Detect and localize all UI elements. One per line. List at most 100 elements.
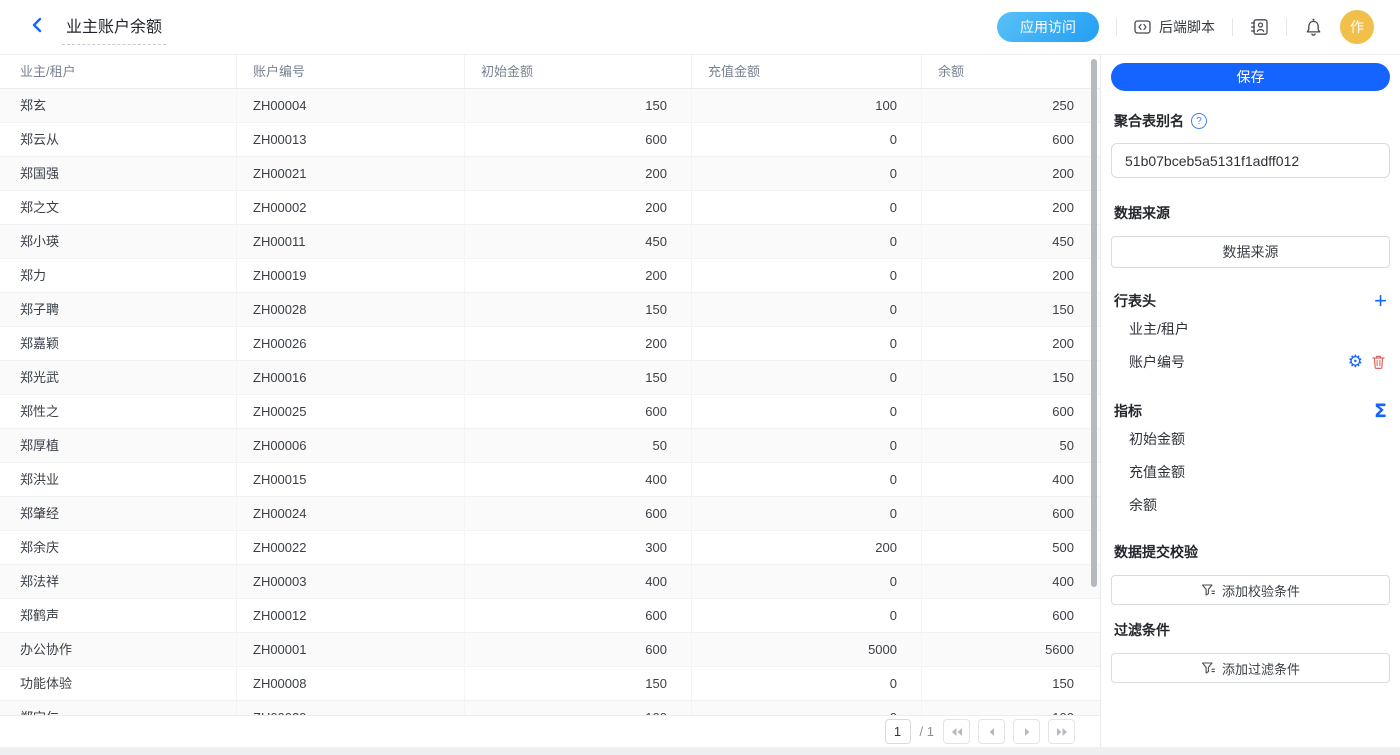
last-page-button[interactable] — [1048, 719, 1075, 744]
add-validation-label: 添加校验条件 — [1222, 581, 1300, 600]
table-cell: ZH00019 — [237, 259, 465, 292]
table-cell: ZH00013 — [237, 123, 465, 156]
sigma-icon[interactable]: Σ — [1374, 402, 1387, 420]
table-cell: 400 — [465, 463, 692, 496]
table-cell: ZH00016 — [237, 361, 465, 394]
divider — [1232, 18, 1233, 36]
help-icon[interactable]: ? — [1191, 113, 1207, 129]
trash-icon[interactable] — [1371, 354, 1386, 370]
table-cell: 0 — [692, 361, 922, 394]
metric-item-label: 初始金额 — [1129, 429, 1185, 449]
table-cell: 0 — [692, 565, 922, 598]
table-cell: 200 — [465, 327, 692, 360]
metric-item-label: 余额 — [1129, 495, 1157, 515]
table-cell: 150 — [922, 293, 1090, 326]
table-cell: ZH00024 — [237, 497, 465, 530]
table-cell: 郑洪业 — [0, 463, 237, 496]
table-cell: 郑光武 — [0, 361, 237, 394]
table-cell: 200 — [922, 191, 1090, 224]
contacts-button[interactable] — [1250, 18, 1269, 36]
table-cell: 400 — [465, 565, 692, 598]
table-cell: 办公协作 — [0, 633, 237, 666]
page-title[interactable]: 业主账户余额 — [62, 10, 166, 45]
table-cell: 郑法祥 — [0, 565, 237, 598]
save-button[interactable]: 保存 — [1111, 63, 1390, 91]
table-row: 郑之文ZH000022000200 — [0, 191, 1100, 225]
table-cell: ZH00002 — [237, 191, 465, 224]
metric-item[interactable]: 余额 — [1114, 488, 1387, 521]
table-row: 郑肇经ZH000246000600 — [0, 497, 1100, 531]
table-cell: 郑鹤声 — [0, 599, 237, 632]
next-page-button[interactable] — [1013, 719, 1040, 744]
bell-icon — [1304, 18, 1323, 37]
config-sidebar: 保存 聚合表别名 ? 数据来源 数据来源 行表头 + 业主/租户 账户编号 ⚙ — [1100, 55, 1400, 747]
table-cell: 0 — [692, 395, 922, 428]
table-row: 郑光武ZH000161500150 — [0, 361, 1100, 395]
metric-item[interactable]: 初始金额 — [1114, 422, 1387, 455]
table-cell: ZH00006 — [237, 429, 465, 462]
table-cell: 150 — [922, 667, 1090, 700]
table-cell: 150 — [465, 667, 692, 700]
table-cell: 600 — [922, 395, 1090, 428]
settings-gear-icon[interactable]: ⚙ — [1348, 354, 1363, 370]
table-cell: 150 — [465, 293, 692, 326]
pagination-bar: 1 / 1 — [0, 715, 1100, 747]
metric-item-label: 充值金额 — [1129, 462, 1185, 482]
vertical-scrollbar[interactable] — [1091, 59, 1097, 587]
alias-input[interactable] — [1111, 143, 1390, 178]
prev-page-button[interactable] — [978, 719, 1005, 744]
table-cell: 0 — [692, 599, 922, 632]
first-page-button[interactable] — [943, 719, 970, 744]
row-header-item[interactable]: 业主/租户 — [1114, 312, 1387, 345]
table-cell: 250 — [922, 89, 1090, 122]
add-validation-button[interactable]: 添加校验条件 — [1111, 575, 1390, 605]
table-cell: 0 — [692, 191, 922, 224]
table-cell: 200 — [922, 157, 1090, 190]
datasource-button[interactable]: 数据来源 — [1111, 236, 1390, 268]
table-cell: 600 — [465, 633, 692, 666]
table-cell: 200 — [465, 191, 692, 224]
table-row: 办公协作ZH0000160050005600 — [0, 633, 1100, 667]
table-row: 郑玄ZH00004150100250 — [0, 89, 1100, 123]
notifications-button[interactable] — [1304, 18, 1323, 37]
table-cell: ZH00026 — [237, 327, 465, 360]
table-cell: 5600 — [922, 633, 1090, 666]
add-filter-button[interactable]: 添加过滤条件 — [1111, 653, 1390, 683]
table-row: 郑国强ZH000212000200 — [0, 157, 1100, 191]
table-cell: 功能体验 — [0, 667, 237, 700]
table-cell: 450 — [465, 225, 692, 258]
backend-script-label: 后端脚本 — [1159, 17, 1215, 37]
add-filter-label: 添加过滤条件 — [1222, 659, 1300, 678]
table-row: 郑厚植ZH0000650050 — [0, 429, 1100, 463]
app-access-button[interactable]: 应用访问 — [997, 12, 1099, 42]
metric-item[interactable]: 充值金额 — [1114, 455, 1387, 488]
table-cell: ZH00011 — [237, 225, 465, 258]
table-cell: 0 — [692, 327, 922, 360]
table-row: 郑子聘ZH000281500150 — [0, 293, 1100, 327]
table-cell: 200 — [922, 327, 1090, 360]
chevron-left-small-icon — [987, 727, 997, 737]
table-cell: ZH00025 — [237, 395, 465, 428]
row-header-item[interactable]: 账户编号 ⚙ — [1114, 345, 1387, 378]
back-button[interactable] — [28, 16, 46, 34]
row-header-item-label: 业主/租户 — [1129, 319, 1189, 339]
validation-label: 数据提交校验 — [1114, 542, 1387, 562]
table-cell: ZH00012 — [237, 599, 465, 632]
table-cell: 0 — [692, 463, 922, 496]
chevron-right-small-icon — [1022, 727, 1032, 737]
page-total-label: / 1 — [920, 724, 934, 739]
avatar[interactable]: 作 — [1340, 10, 1374, 44]
metrics-label: 指标 — [1114, 401, 1142, 421]
table-cell: 600 — [465, 497, 692, 530]
table-cell: 50 — [465, 429, 692, 462]
add-row-header-icon[interactable]: + — [1374, 292, 1387, 310]
table-cell: 150 — [465, 361, 692, 394]
current-page-box[interactable]: 1 — [885, 719, 911, 744]
backend-script-button[interactable]: 后端脚本 — [1134, 17, 1215, 37]
table-cell: ZH00003 — [237, 565, 465, 598]
table-cell: ZH00021 — [237, 157, 465, 190]
table-cell: 郑云从 — [0, 123, 237, 156]
table-cell: 600 — [922, 497, 1090, 530]
table-cell: 郑性之 — [0, 395, 237, 428]
table-cell: 200 — [465, 157, 692, 190]
